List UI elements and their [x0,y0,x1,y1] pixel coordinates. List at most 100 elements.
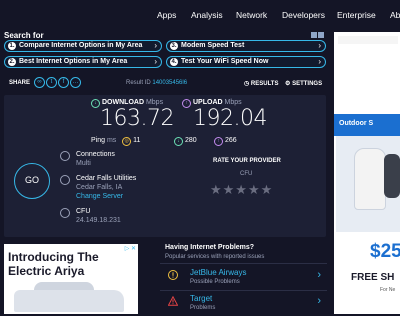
number-badge: 3. [170,42,178,50]
ping: Ping ms ◎ 11 [91,137,140,146]
ping-icon: ◎ [122,137,132,146]
number-badge: 2. [8,58,16,66]
problem-item-target[interactable]: Target Problems › [160,292,327,316]
nav-network[interactable]: Network [236,10,267,20]
chevron-right-icon: › [318,57,321,66]
search-option-label: Modem Speed Test [181,42,245,49]
upload-title: UPLOAD [193,99,223,106]
go-button[interactable]: GO [14,163,50,199]
download-value: 163.72 [100,106,174,131]
isp-name: CFU [76,208,91,215]
close-icon[interactable] [318,32,324,38]
chevron-right-icon: › [318,41,321,50]
connections-icon [60,151,70,161]
ad-headline-line1: Introducing The [8,250,99,264]
settings-label: SETTINGS [292,81,323,87]
share-icons: ∞ t f… [34,77,82,88]
car-image [14,290,124,312]
result-id-label: Result ID [126,80,151,86]
ad-banner-right[interactable]: Outdoor S $25 FREE SH For Ne [334,32,400,314]
search-option-label: Best Internet Options in My Area [19,58,128,65]
isp-ip: 24.149.18.231 [76,217,121,224]
nav-developers[interactable]: Developers [282,10,325,20]
result-id-value[interactable]: 140035456l6 [152,80,187,86]
ad-headline: Introducing The Electric Ariya [8,250,99,278]
star-rating[interactable]: ★★★★★ [210,182,273,198]
download-icon: ↓ [91,99,100,108]
problems-subtitle: Popular services with reported issues [165,254,265,260]
download-latency-value: 280 [185,137,197,144]
change-server-link[interactable]: Change Server [76,193,136,200]
share-label: SHARE [9,80,31,86]
ad-price: $25 [370,241,400,262]
search-option-1[interactable]: 1. Compare Internet Options in My Area › [4,40,162,52]
search-option-label: Test Your WiFi Speed Now [181,58,269,65]
results-link[interactable]: ◷ RESULTS [244,80,278,87]
nav-enterprise[interactable]: Enterprise [337,10,376,20]
upload-icon: ↑ [182,99,191,108]
twitter-icon[interactable]: t [46,77,57,88]
download-latency: ↓ 280 [174,137,197,146]
ad-banner-left[interactable]: ▷ ✕ Introducing The Electric Ariya [4,244,138,314]
rate-provider-name: CFU [240,171,253,177]
search-option-2[interactable]: 2. Best Internet Options in My Area › [4,56,162,68]
settings-link[interactable]: ⚙ SETTINGS [285,80,322,87]
search-option-4[interactable]: 4. Test Your WiFi Speed Now › [166,56,326,68]
results-label: RESULTS [250,81,279,87]
gear-icon: ⚙ [285,81,291,87]
ad-brand-bar [338,36,398,44]
ad-free-shipping: FREE SH [351,272,395,283]
search-option-3[interactable]: 3. Modem Speed Test › [166,40,326,52]
top-nav: Apps Analysis Network Developers Enterpr… [0,0,400,30]
upload-unit: Mbps [224,99,242,106]
rate-provider-title: RATE YOUR PROVIDER [213,158,281,164]
upload-latency-value: 266 [225,137,237,144]
more-icon[interactable]: … [70,77,81,88]
window-controls [310,31,324,40]
problem-name: Target [190,294,213,303]
nav-analysis[interactable]: Analysis [191,10,223,20]
problem-item-jetblue[interactable]: JetBlue Airways Possible Problems › [160,266,327,290]
upload-latency: ↑ 266 [214,137,237,146]
number-badge: 1. [8,42,16,50]
provider-location: Cedar Falls, IA [76,184,123,191]
chevron-right-icon: › [154,57,157,66]
adchoices-icon[interactable]: ▷ ✕ [125,245,136,252]
minimize-icon[interactable] [311,32,317,38]
link-icon[interactable]: ∞ [34,77,45,88]
ping-value: 11 [133,137,141,144]
upload-latency-icon: ↑ [214,137,223,146]
divider [160,290,327,291]
globe-icon [60,175,70,185]
problem-status: Problems [190,305,216,311]
results-icon: ◷ [244,81,250,87]
problem-name: JetBlue Airways [190,268,247,277]
alert-triangle-icon [168,296,178,306]
connections-value[interactable]: Multi [76,160,115,167]
jacket-image-dark [384,154,400,198]
chevron-right-icon: › [317,295,321,307]
nav-apps[interactable]: Apps [157,10,176,20]
problem-status: Possible Problems [190,279,240,285]
chevron-right-icon: › [154,41,157,50]
search-for-title: Search for [4,31,44,40]
upload-value: 192.04 [193,106,267,131]
nav-about[interactable]: Ab [390,10,400,20]
search-option-label: Compare Internet Options in My Area [19,42,143,49]
user-icon [60,208,70,218]
ad-headline: Outdoor S [339,120,374,127]
ping-label: Ping [91,137,106,144]
jacket-image [354,148,386,210]
chevron-right-icon: › [317,269,321,281]
warning-icon [168,270,178,280]
facebook-icon[interactable]: f [58,77,69,88]
divider [160,263,327,264]
ad-headline-line2: Electric Ariya [8,264,85,278]
download-title: DOWNLOAD [102,99,144,106]
number-badge: 4. [170,58,178,66]
download-latency-icon: ↓ [174,137,183,146]
connections-title: Connections [76,151,115,158]
ad-fine-print: For Ne [380,287,396,293]
result-id: Result ID 140035456l6 [126,80,187,86]
ping-unit: ms [106,137,117,144]
